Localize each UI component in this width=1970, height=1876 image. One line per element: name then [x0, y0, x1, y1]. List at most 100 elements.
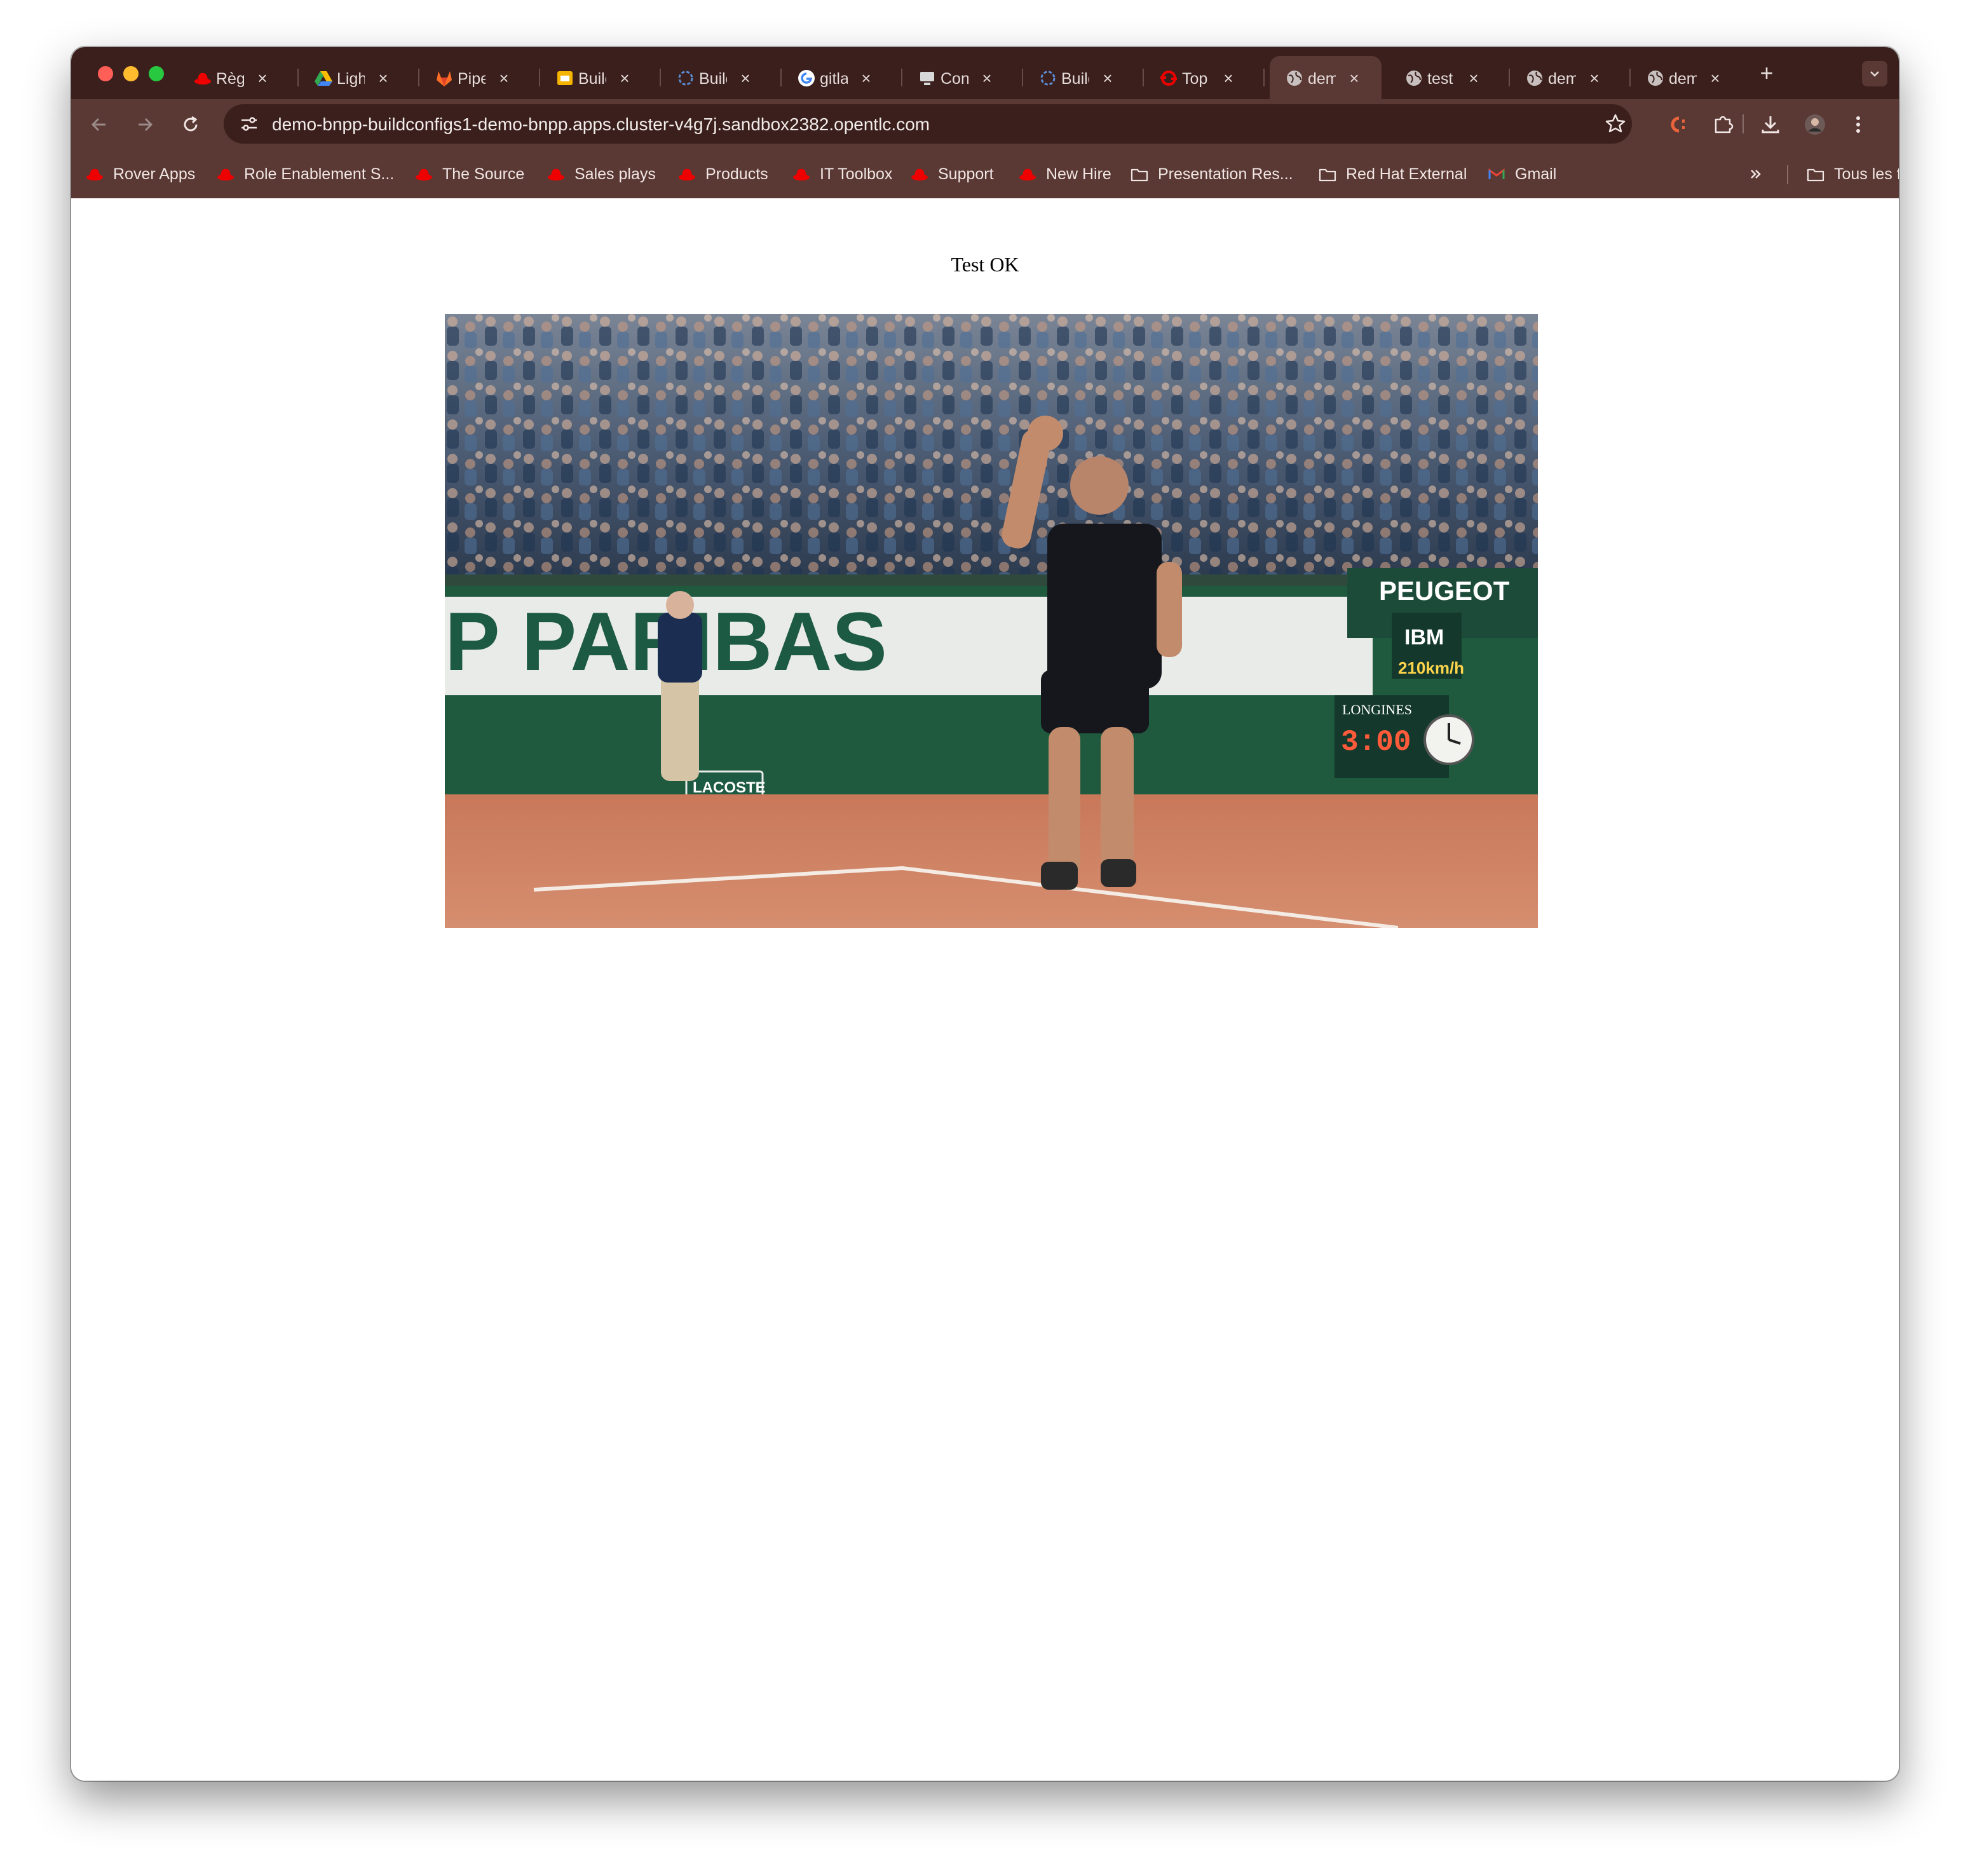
- tennis-player-celebration-photo: P PARIBAS PEUGEOT IBM 210km/h LONGINES 3…: [445, 314, 1538, 928]
- redhat-icon: [416, 168, 432, 180]
- arrow-right-icon: [139, 118, 153, 132]
- star-icon[interactable]: [1603, 111, 1628, 137]
- bookmark-folder-red-hat-external[interactable]: Red Hat External: [1318, 163, 1467, 186]
- chevron-double-right-icon: [1751, 170, 1761, 179]
- redhat-icon: [793, 168, 810, 180]
- bookmark-rover-apps[interactable]: Rover Apps: [85, 163, 195, 186]
- bookmark-sales-plays[interactable]: Sales plays: [547, 163, 656, 186]
- address-bar[interactable]: demo-bnpp-buildconfigs1-demo-bnpp.apps.c…: [224, 104, 1632, 144]
- close-tab-icon[interactable]: ×: [1219, 69, 1238, 88]
- downloads-button[interactable]: [1756, 111, 1784, 139]
- redhat-icon: [86, 168, 103, 180]
- player-shoe-left: [1041, 862, 1078, 890]
- close-tab-icon[interactable]: ×: [1706, 69, 1725, 88]
- bookmark-gmail[interactable]: Gmail: [1487, 163, 1556, 186]
- bookmark-label: New Hire: [1046, 165, 1111, 183]
- chevron-down-icon: [1870, 71, 1879, 77]
- close-tab-icon[interactable]: ×: [857, 69, 876, 88]
- redhat-icon: [194, 72, 211, 85]
- bookmarks-bar: Rover Apps Role Enablement S... The Sour…: [71, 150, 1899, 198]
- bookmark-new-hire[interactable]: New Hire: [1018, 163, 1111, 186]
- arrow-left-icon: [91, 118, 105, 132]
- close-tab-icon[interactable]: ×: [615, 69, 634, 88]
- google-icon: [798, 70, 815, 86]
- tab-6[interactable]: gitla ×: [782, 56, 902, 99]
- bookmark-products[interactable]: Products: [677, 163, 768, 186]
- reload-icon: [184, 116, 198, 132]
- tab-2[interactable]: Ligh ×: [299, 56, 419, 99]
- tab-13[interactable]: dem ×: [1631, 56, 1751, 99]
- bookmark-the-source[interactable]: The Source: [414, 163, 524, 186]
- tab-separator: [1263, 69, 1265, 86]
- browser-window: Règl × Ligh × Pipe × Builc × Builc ×: [71, 47, 1899, 1781]
- bookmark-label: The Source: [442, 165, 525, 183]
- tab-11[interactable]: test ×: [1389, 56, 1510, 99]
- tab-1[interactable]: Règl ×: [178, 56, 299, 99]
- avatar: [1805, 114, 1825, 135]
- tab-title: dem: [1669, 70, 1697, 88]
- gmail-icon: [1488, 168, 1505, 179]
- tab-3[interactable]: Pipe ×: [419, 56, 540, 99]
- tab-9[interactable]: Top ×: [1144, 56, 1265, 99]
- longines-text: LONGINES: [1342, 702, 1412, 717]
- forward-button[interactable]: [131, 111, 159, 139]
- close-tab-icon[interactable]: ×: [253, 69, 272, 88]
- close-tab-icon[interactable]: ×: [1345, 69, 1364, 88]
- close-tab-icon[interactable]: ×: [1098, 69, 1117, 88]
- close-tab-icon[interactable]: ×: [1585, 69, 1604, 88]
- minimize-window-button[interactable]: [123, 66, 139, 81]
- extension-logo-icon: [1671, 116, 1685, 133]
- bookmarks-overflow-button[interactable]: [1746, 163, 1774, 186]
- all-bookmarks-button[interactable]: Tous les favoris: [1806, 163, 1899, 186]
- extensions-button[interactable]: [1709, 111, 1737, 139]
- player-shoe-right: [1101, 859, 1136, 887]
- close-tab-icon[interactable]: ×: [1464, 69, 1483, 88]
- player-fist: [1028, 416, 1063, 451]
- bookmark-label: Role Enablement S...: [244, 165, 395, 183]
- tab-title: Pipe: [458, 70, 486, 88]
- player-head: [1070, 456, 1129, 515]
- bookmark-folder-presentation[interactable]: Presentation Res...: [1130, 163, 1293, 186]
- folder-icon: [1319, 168, 1336, 182]
- bookmark-it-toolbox[interactable]: IT Toolbox: [792, 163, 892, 186]
- close-tab-icon[interactable]: ×: [977, 69, 996, 88]
- bookmark-support[interactable]: Support: [910, 163, 994, 186]
- tab-title: gitla: [820, 70, 848, 88]
- gitlab-icon: [437, 71, 452, 86]
- tab-4[interactable]: Builc ×: [540, 56, 661, 99]
- tab-10-active[interactable]: dem ×: [1270, 56, 1382, 99]
- player-leg-right: [1101, 727, 1134, 870]
- line-judge-jacket: [658, 613, 702, 683]
- player-shirt: [1047, 524, 1162, 689]
- extension-button[interactable]: [1664, 111, 1692, 139]
- close-tab-icon[interactable]: ×: [494, 69, 513, 88]
- new-tab-button[interactable]: +: [1755, 62, 1778, 85]
- browser-menu-button[interactable]: [1844, 111, 1872, 139]
- ibm-text: IBM: [1404, 625, 1444, 649]
- redhat-icon: [679, 168, 695, 180]
- site-settings-icon[interactable]: [236, 111, 262, 137]
- close-window-button[interactable]: [98, 66, 113, 81]
- tab-title: Builc: [578, 70, 606, 88]
- player-left-arm: [1157, 562, 1182, 657]
- navigation-toolbar: demo-bnpp-buildconfigs1-demo-bnpp.apps.c…: [71, 99, 1899, 150]
- zoom-window-button[interactable]: [149, 66, 164, 81]
- tab-search-button[interactable]: [1862, 61, 1887, 86]
- redhat-icon: [548, 168, 564, 180]
- url-text: demo-bnpp-buildconfigs1-demo-bnpp.apps.c…: [272, 114, 930, 134]
- back-button[interactable]: [85, 111, 113, 139]
- tab-12[interactable]: dem ×: [1510, 56, 1631, 99]
- profile-button[interactable]: [1801, 111, 1829, 139]
- bookmarks-divider: [1787, 165, 1788, 184]
- close-tab-icon[interactable]: ×: [374, 69, 393, 88]
- globe-icon: [1527, 71, 1542, 86]
- close-tab-icon[interactable]: ×: [736, 69, 755, 88]
- tab-5[interactable]: Builc ×: [661, 56, 782, 99]
- tab-title: Builc: [1061, 70, 1089, 88]
- tab-strip: Règl × Ligh × Pipe × Builc × Builc ×: [71, 47, 1899, 99]
- bookmark-role-enablement[interactable]: Role Enablement S...: [216, 163, 394, 186]
- tab-8[interactable]: Builc ×: [1023, 56, 1144, 99]
- tab-7[interactable]: Con ×: [902, 56, 1023, 99]
- reload-button[interactable]: [177, 111, 205, 139]
- bookmark-label: Presentation Res...: [1158, 165, 1293, 183]
